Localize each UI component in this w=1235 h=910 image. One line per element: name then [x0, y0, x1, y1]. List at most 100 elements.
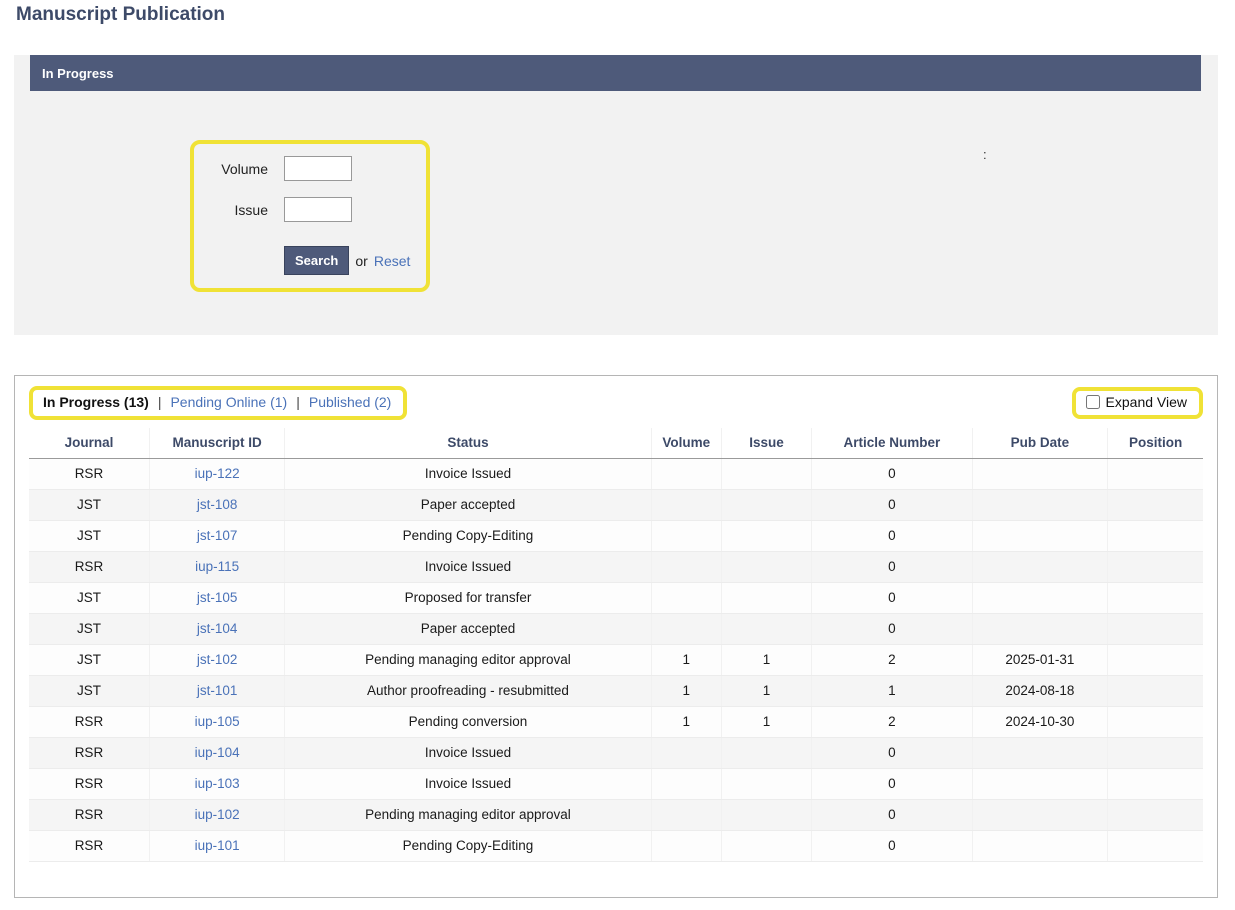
- table-cell: Invoice Issued: [285, 768, 651, 799]
- table-cell: 0: [812, 458, 973, 489]
- table-row: RSR iup-104 Invoice Issued 0: [29, 737, 1203, 768]
- manuscript-id-link[interactable]: jst-108: [197, 497, 238, 512]
- table-cell: RSR: [29, 458, 149, 489]
- table-cell: Invoice Issued: [285, 737, 651, 768]
- search-actions: Search or Reset: [284, 246, 426, 275]
- table-cell: Pending Copy-Editing: [285, 520, 651, 551]
- table-cell: [721, 737, 811, 768]
- table-cell: 2024-08-18: [972, 675, 1107, 706]
- table-cell: 1: [721, 675, 811, 706]
- reset-link[interactable]: Reset: [374, 253, 411, 269]
- table-cell: [972, 458, 1107, 489]
- table-cell: [972, 830, 1107, 861]
- tab-pending-online[interactable]: Pending Online (1): [170, 394, 287, 410]
- manuscript-id-link[interactable]: jst-104: [197, 621, 238, 636]
- manuscript-id-link[interactable]: jst-101: [197, 683, 238, 698]
- colon-text: :: [983, 147, 987, 162]
- table-cell: [1108, 737, 1203, 768]
- issue-input[interactable]: [284, 197, 352, 222]
- table-row: RSRiup-115Invoice Issued0: [29, 551, 1203, 582]
- tabs-highlight: In Progress (13) | Pending Online (1) | …: [29, 386, 407, 420]
- tab-published[interactable]: Published (2): [309, 394, 392, 410]
- table-cell: Invoice Issued: [285, 551, 651, 582]
- table-cell: [972, 582, 1107, 613]
- search-panel: In Progress Volume Issue Search or Reset…: [14, 55, 1218, 335]
- manuscript-id-link[interactable]: iup-115: [195, 559, 239, 574]
- tab-in-progress[interactable]: In Progress (13): [43, 394, 149, 410]
- manuscript-id-cell: iup-102: [149, 799, 284, 830]
- table-cell: 0: [812, 737, 973, 768]
- manuscript-id-link[interactable]: iup-122: [195, 466, 240, 481]
- table-row: JSTjst-107Pending Copy-Editing0: [29, 520, 1203, 551]
- manuscript-id-cell: jst-101: [149, 675, 284, 706]
- manuscript-id-link[interactable]: jst-102: [197, 652, 238, 667]
- issue-label: Issue: [204, 202, 268, 218]
- manuscript-id-link[interactable]: jst-105: [197, 590, 238, 605]
- table-cell: Pending managing editor approval: [285, 644, 651, 675]
- search-form-highlight: Volume Issue Search or Reset: [190, 140, 430, 292]
- table-cell: RSR: [29, 551, 149, 582]
- column-header: Journal: [29, 428, 149, 458]
- table-cell: 1: [812, 675, 973, 706]
- table-cell: [651, 582, 721, 613]
- table-cell: [972, 799, 1107, 830]
- table-body: RSR iup-122 Invoice Issued 0 JST jst-108 Paper…: [29, 458, 1203, 861]
- manuscripts-table: JournalManuscript IDStatusVolumeIssueArt…: [29, 428, 1203, 862]
- search-button[interactable]: Search: [284, 246, 349, 275]
- table-cell: JST: [29, 613, 149, 644]
- manuscript-id-link[interactable]: iup-103: [195, 776, 240, 791]
- table-cell: [721, 551, 811, 582]
- table-row: RSRiup-105Pending conversion1122024-10-3…: [29, 706, 1203, 737]
- table-cell: [651, 489, 721, 520]
- manuscript-id-link[interactable]: iup-104: [195, 745, 240, 760]
- table-cell: 2: [812, 706, 973, 737]
- table-cell: [721, 768, 811, 799]
- table-cell: 0: [812, 830, 973, 861]
- manuscript-id-link[interactable]: jst-107: [197, 528, 238, 543]
- volume-input[interactable]: [284, 156, 352, 181]
- table-cell: [721, 613, 811, 644]
- table-cell: 1: [721, 644, 811, 675]
- table-cell: RSR: [29, 737, 149, 768]
- table-cell: [1108, 706, 1203, 737]
- table-cell: [721, 489, 811, 520]
- table-cell: JST: [29, 489, 149, 520]
- table-row: JSTjst-105Proposed for transfer0: [29, 582, 1203, 613]
- table-cell: Paper accepted: [285, 613, 651, 644]
- search-panel-header: In Progress: [30, 55, 1201, 91]
- tab-separator: |: [296, 394, 300, 410]
- table-cell: Pending managing editor approval: [285, 799, 651, 830]
- volume-row: Volume: [204, 156, 426, 181]
- page-title: Manuscript Publication: [16, 4, 225, 26]
- table-cell: [1108, 675, 1203, 706]
- table-cell: [972, 489, 1107, 520]
- table-cell: [1108, 489, 1203, 520]
- table-cell: [1108, 582, 1203, 613]
- table-cell: [651, 551, 721, 582]
- table-cell: 0: [812, 799, 973, 830]
- table-cell: [651, 520, 721, 551]
- manuscript-id-cell: iup-103: [149, 768, 284, 799]
- column-header: Article Number: [812, 428, 973, 458]
- manuscript-id-link[interactable]: iup-101: [195, 838, 240, 853]
- expand-view-checkbox[interactable]: [1086, 395, 1100, 409]
- expand-view-highlight: Expand View: [1072, 387, 1203, 419]
- column-header: Pub Date: [972, 428, 1107, 458]
- expand-view-label: Expand View: [1106, 394, 1187, 410]
- manuscript-id-link[interactable]: iup-105: [195, 714, 240, 729]
- results-panel: In Progress (13) | Pending Online (1) | …: [14, 375, 1218, 898]
- issue-row: Issue: [204, 197, 426, 222]
- table-row: RSRiup-122Invoice Issued0: [29, 458, 1203, 489]
- volume-label: Volume: [204, 161, 268, 177]
- manuscript-id-link[interactable]: iup-102: [195, 807, 240, 822]
- manuscript-id-cell: jst-108: [149, 489, 284, 520]
- table-cell: 0: [812, 613, 973, 644]
- table-cell: [972, 520, 1107, 551]
- tab-separator: |: [158, 394, 162, 410]
- table-cell: [651, 830, 721, 861]
- table-row: RSRiup-103Invoice Issued0: [29, 768, 1203, 799]
- manuscript-id-cell: jst-102: [149, 644, 284, 675]
- table-cell: RSR: [29, 830, 149, 861]
- manuscript-id-cell: iup-122: [149, 458, 284, 489]
- table-cell: [651, 768, 721, 799]
